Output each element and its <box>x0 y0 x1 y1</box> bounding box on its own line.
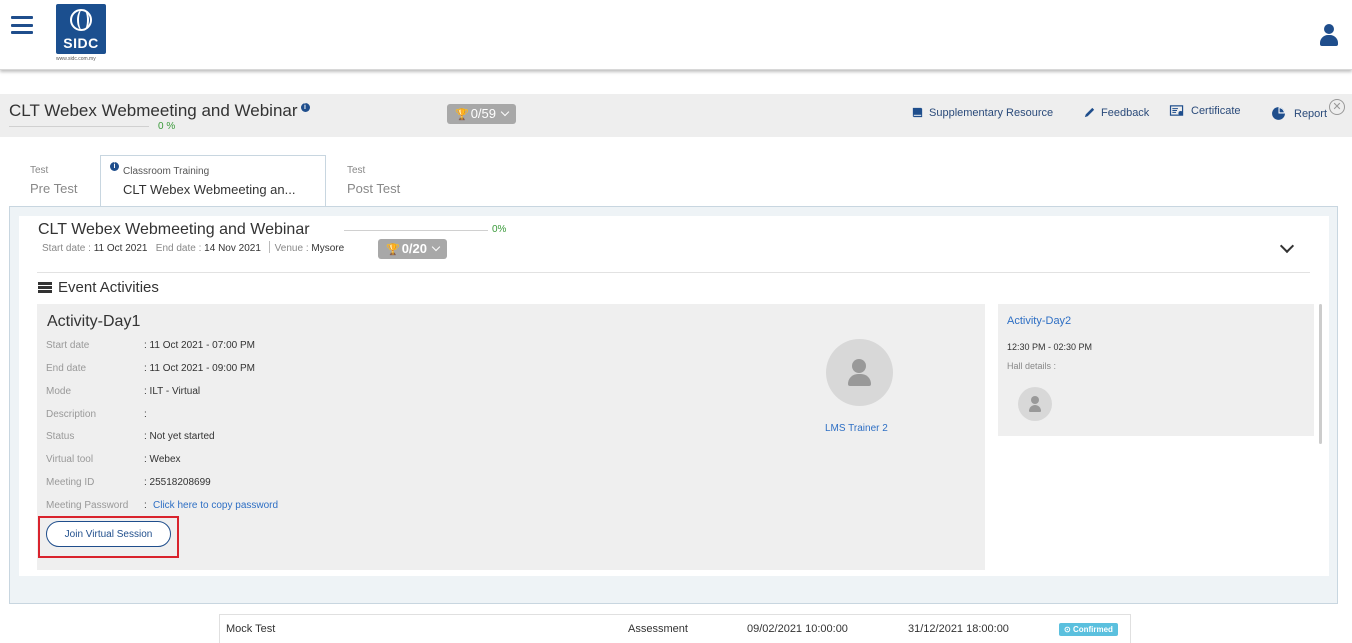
table-row[interactable]: Mock Test Assessment 09/02/2021 10:00:00… <box>219 614 1131 643</box>
hamburger-menu-icon[interactable] <box>11 16 33 34</box>
trainer-avatar-small <box>1018 387 1052 421</box>
close-icon[interactable]: ✕ <box>1329 99 1345 115</box>
activity-name: Activity-Day1 <box>47 313 141 330</box>
top-bar: SIDC www.sidc.com.my <box>0 0 1352 70</box>
book-icon <box>912 107 923 118</box>
certificate-icon <box>1169 105 1184 116</box>
activity-day2-time: 12:30 PM - 02:30 PM <box>1007 342 1093 352</box>
tab-post-test[interactable]: Test Post Test <box>347 155 400 207</box>
chevron-down-icon <box>500 107 510 117</box>
trophy-icon: 🏆 <box>386 244 400 256</box>
row-name: Mock Test <box>226 623 276 635</box>
row-end: 31/12/2021 18:00:00 <box>908 623 1009 635</box>
activity-mode: Mode: ILT - Virtual <box>46 386 201 397</box>
feedback-link[interactable]: Feedback <box>1083 106 1149 119</box>
activity-meeting-password: Meeting Password : Click here to copy pa… <box>46 500 279 511</box>
supplementary-resource-link[interactable]: Supplementary Resource <box>911 106 1053 119</box>
row-type: Assessment <box>628 623 688 635</box>
info-icon[interactable]: i <box>110 162 119 171</box>
chevron-down-icon <box>431 242 441 252</box>
certificate-link[interactable]: Certificate <box>1168 104 1241 117</box>
logo-url: www.sidc.com.my <box>56 56 96 62</box>
event-meta: Start date : 11 Oct 2021 End date : 14 N… <box>42 241 345 254</box>
copy-password-link[interactable]: Click here to copy password <box>153 500 278 511</box>
course-progress-bar <box>9 126 149 127</box>
user-profile-icon[interactable] <box>1319 24 1339 48</box>
activity-description: Description: <box>46 409 147 420</box>
activity-start-date: Start date: 11 Oct 2021 - 07:00 PM <box>46 340 255 351</box>
report-link[interactable]: Report <box>1271 106 1327 121</box>
pencil-icon <box>1084 107 1095 118</box>
pie-chart-icon <box>1272 107 1285 120</box>
event-title: CLT Webex Webmeeting and Webinar <box>38 221 310 238</box>
course-title: CLT Webex Webmeeting and Webinar i <box>9 101 310 121</box>
trainer-name-link[interactable]: LMS Trainer 2 <box>825 423 888 434</box>
status-badge: ⊙ Confirmed <box>1059 623 1118 636</box>
trophy-icon: 🏆 <box>455 109 469 121</box>
event-trophy-dropdown[interactable]: 🏆 0/20 <box>378 239 448 259</box>
course-trophy-dropdown[interactable]: 🏆 0/59 <box>447 104 517 124</box>
tab-pre-test[interactable]: Test Pre Test <box>30 155 77 207</box>
trainer-avatar <box>826 339 893 406</box>
activity-status: Status: Not yet started <box>46 431 215 442</box>
list-icon <box>38 282 52 293</box>
event-progress-pct: 0% <box>492 224 507 235</box>
activity-end-date: End date: 11 Oct 2021 - 09:00 PM <box>46 363 255 374</box>
sidc-logo[interactable]: SIDC www.sidc.com.my <box>56 4 108 64</box>
course-progress-pct: 0 % <box>158 121 176 132</box>
row-start: 09/02/2021 10:00:00 <box>747 623 848 635</box>
info-icon[interactable]: i <box>300 103 310 112</box>
divider <box>37 272 1310 273</box>
globe-icon <box>70 9 92 31</box>
activity-virtual-tool: Virtual tool: Webex <box>46 454 181 465</box>
activities-scrollbar[interactable] <box>1319 304 1322 444</box>
logo-text: SIDC <box>63 35 99 51</box>
event-progress-bar <box>344 230 488 231</box>
activity-day2-name[interactable]: Activity-Day2 <box>1007 315 1071 327</box>
event-activities-heading: Event Activities <box>38 279 159 296</box>
activity-meeting-id: Meeting ID: 25518208699 <box>46 477 211 488</box>
course-header: CLT Webex Webmeeting and Webinar i 0 % 🏆 0… <box>0 94 1352 137</box>
activity-day2-hall: Hall details : <box>1007 361 1057 371</box>
join-virtual-session-button[interactable]: Join Virtual Session <box>46 521 171 547</box>
tab-classroom-training[interactable]: i Classroom Training CLT Webex Webmeetin… <box>100 155 326 207</box>
